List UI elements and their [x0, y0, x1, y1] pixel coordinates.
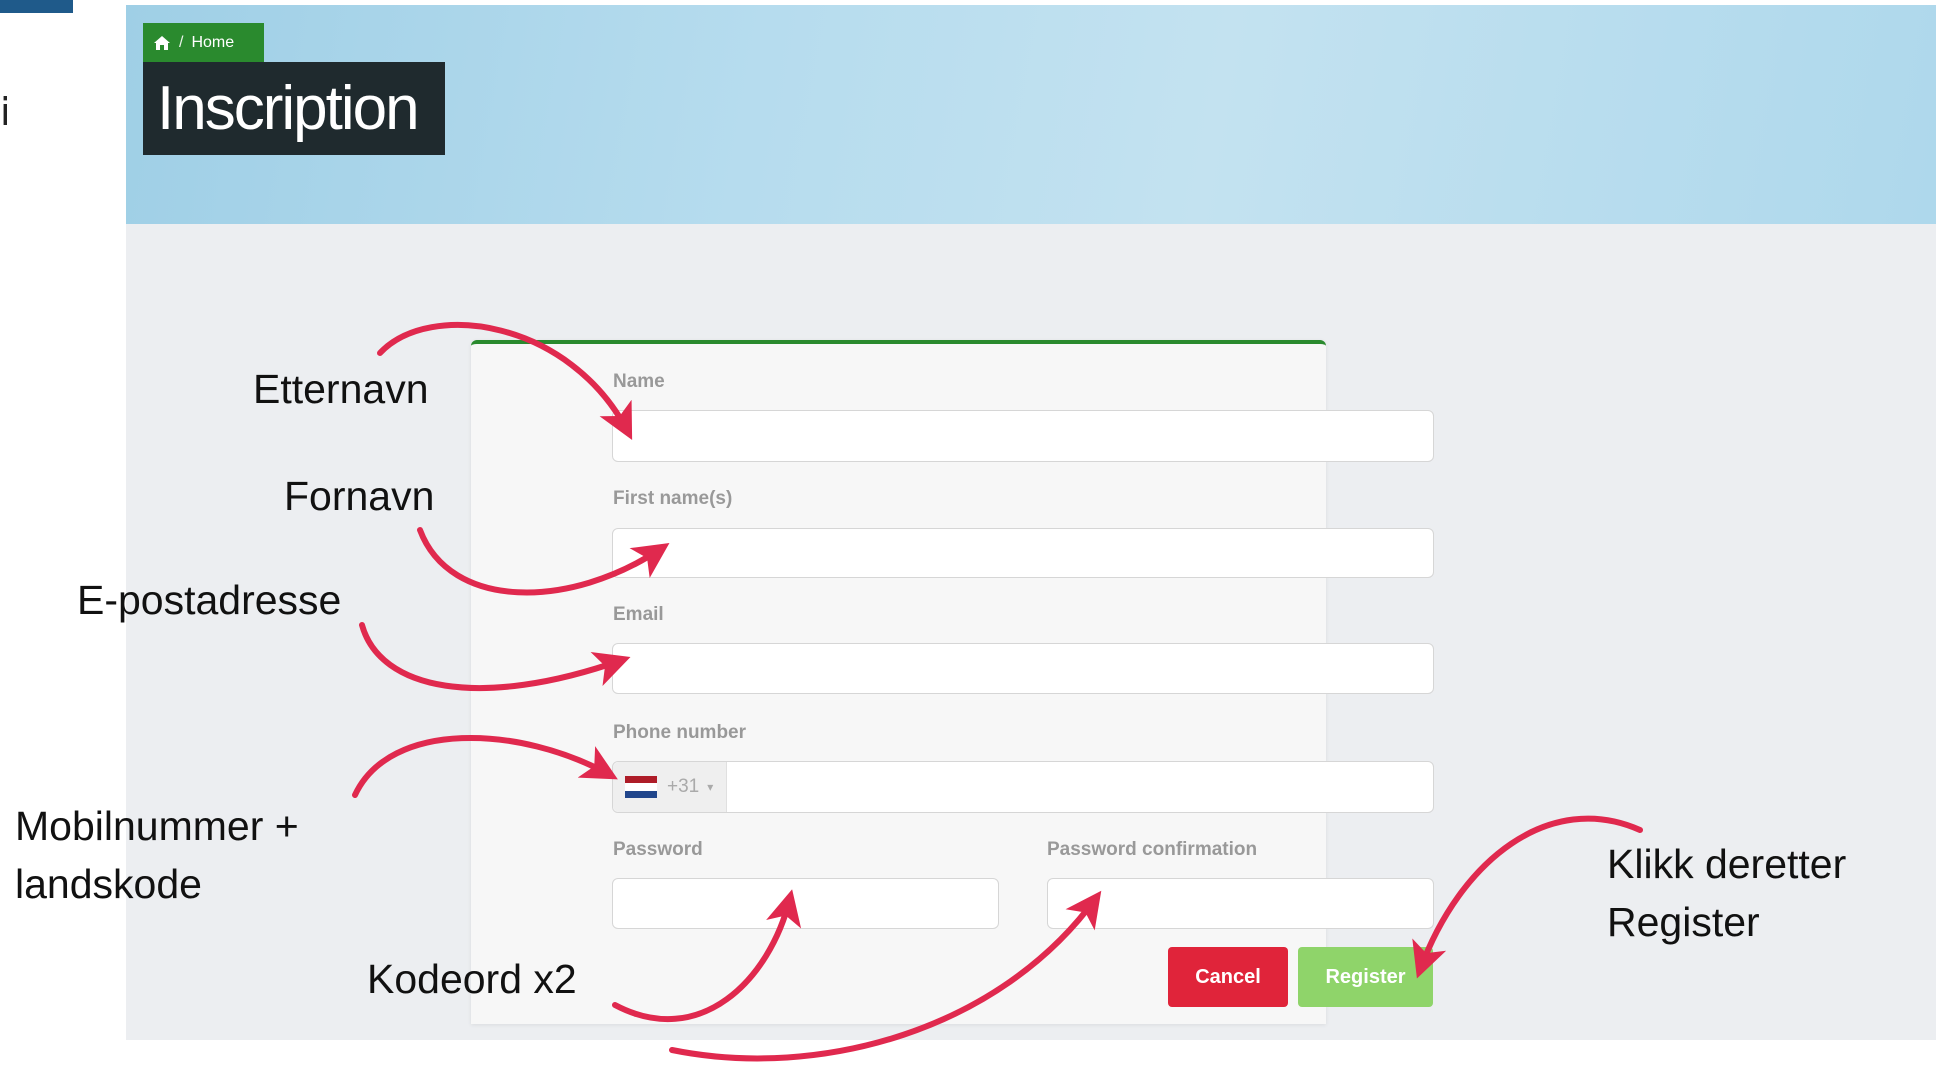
phone-label: Phone number: [613, 722, 747, 743]
page-title: Inscription: [143, 62, 445, 155]
annotation-epost: E-postadresse: [77, 577, 342, 623]
annotation-klikk-line2: Register: [1607, 899, 1760, 945]
netherlands-flag-icon: [625, 776, 657, 798]
cancel-button[interactable]: Cancel: [1168, 947, 1288, 1007]
chevron-down-icon: ▾: [707, 780, 714, 794]
password-input[interactable]: [612, 878, 999, 929]
register-button[interactable]: Register: [1298, 947, 1433, 1007]
password-confirmation-input[interactable]: [1047, 878, 1434, 929]
corner-block: [0, 0, 73, 13]
first-name-input[interactable]: [612, 528, 1434, 578]
name-input[interactable]: [612, 410, 1434, 462]
annotation-mobil-line1: Mobilnummer +: [15, 803, 299, 849]
hero-banner: / Home Inscription: [126, 5, 1936, 224]
password-label: Password: [613, 839, 703, 860]
email-input[interactable]: [612, 643, 1434, 694]
annotation-mobil-line2: landskode: [15, 861, 202, 907]
breadcrumb[interactable]: / Home: [143, 23, 264, 62]
country-code: +31: [667, 776, 700, 797]
breadcrumb-home-link[interactable]: Home: [191, 34, 234, 52]
country-code-dropdown[interactable]: +31 ▾: [613, 762, 727, 812]
annotation-klikk-line1: Klikk deretter: [1607, 841, 1847, 887]
home-icon: [154, 35, 170, 50]
password-confirmation-label: Password confirmation: [1047, 839, 1258, 860]
annotation-kodeord: Kodeord x2: [367, 956, 577, 1002]
corner-character: i: [0, 90, 11, 134]
phone-input[interactable]: +31 ▾: [612, 761, 1434, 813]
annotation-fornavn: Fornavn: [284, 473, 435, 519]
annotation-etternavn: Etternavn: [253, 366, 429, 412]
email-label: Email: [613, 604, 664, 625]
breadcrumb-separator: /: [179, 33, 184, 51]
name-label: Name: [613, 371, 665, 392]
first-name-label: First name(s): [613, 488, 733, 509]
